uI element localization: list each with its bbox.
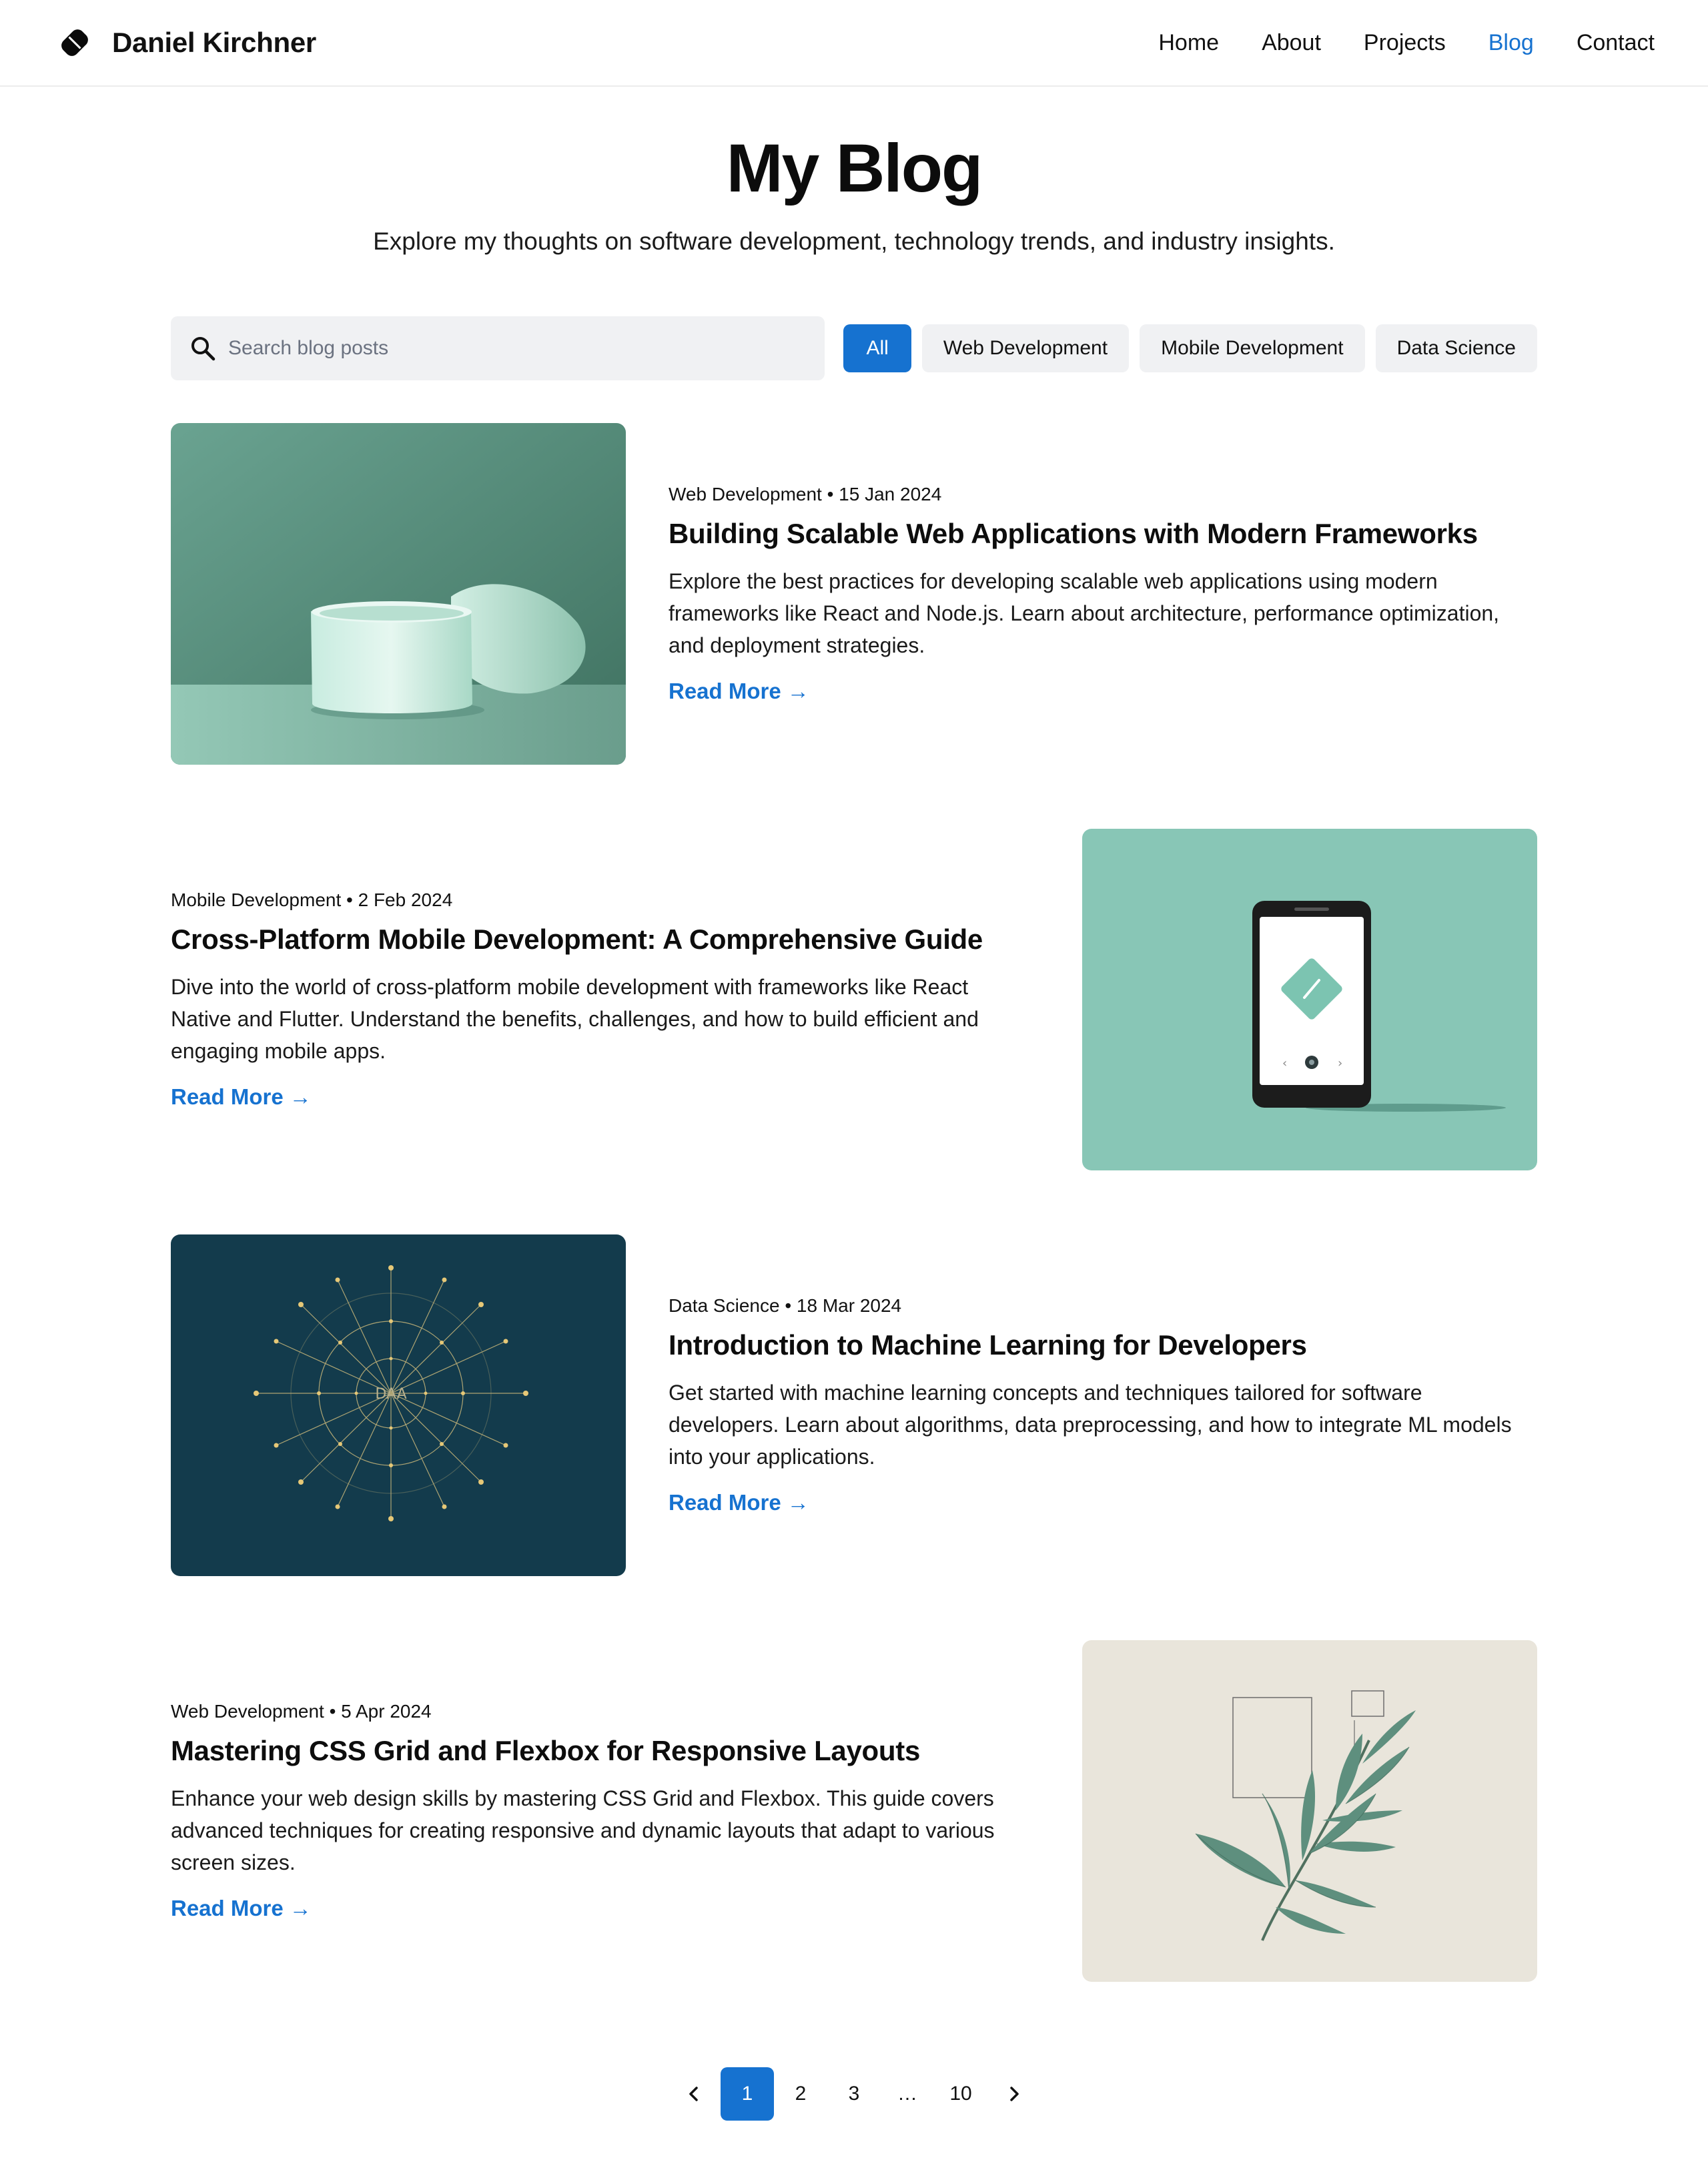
post-excerpt: Get started with machine learning concep… xyxy=(669,1381,1512,1469)
brand[interactable]: Daniel Kirchner xyxy=(55,20,316,65)
post-excerpt: Explore the best practices for developin… xyxy=(669,569,1500,658)
nav-projects[interactable]: Projects xyxy=(1364,30,1446,56)
pagination-prev[interactable] xyxy=(667,2067,721,2121)
nav-blog[interactable]: Blog xyxy=(1488,30,1534,56)
brand-name: Daniel Kirchner xyxy=(112,27,316,58)
post-thumbnail-smartphone[interactable]: ‹ › xyxy=(1082,829,1537,1170)
read-more-link[interactable]: Read More → xyxy=(171,1084,1038,1110)
post-thumbnail-network-graph[interactable]: DAA xyxy=(171,1234,626,1576)
graph-center-label: DAA xyxy=(375,1386,406,1403)
nav-home[interactable]: Home xyxy=(1158,30,1219,56)
svg-text:›: › xyxy=(1338,1056,1342,1070)
logo-icon xyxy=(61,29,88,56)
post-title[interactable]: Cross-Platform Mobile Development: A Com… xyxy=(171,923,1038,956)
chevron-left-icon xyxy=(689,2087,698,2101)
post-excerpt: Enhance your web design skills by master… xyxy=(171,1786,995,1875)
chevron-right-icon xyxy=(1010,2087,1019,2101)
blog-post-card: Web Development • 5 Apr 2024 Mastering C… xyxy=(171,1640,1537,1982)
post-meta: Web Development • 5 Apr 2024 xyxy=(171,1700,432,1722)
page-subtitle: Explore my thoughts on software developm… xyxy=(373,228,1335,255)
blog-post-card: Mobile Development • 2 Feb 2024 Cross-Pl… xyxy=(171,829,1537,1170)
post-thumbnail-ceramic-cups[interactable] xyxy=(171,423,626,765)
search-icon xyxy=(191,337,216,361)
pagination-page-1[interactable]: 1 xyxy=(721,2067,774,2121)
pagination-next[interactable] xyxy=(987,2067,1041,2121)
leaf-branch-illustration xyxy=(1082,1640,1537,1982)
filter-web-development[interactable]: Web Development xyxy=(921,324,1130,372)
post-meta: Mobile Development • 2 Feb 2024 xyxy=(171,889,453,910)
post-title[interactable]: Introduction to Machine Learning for Dev… xyxy=(669,1329,1536,1362)
post-content: Mobile Development • 2 Feb 2024 Cross-Pl… xyxy=(171,829,1038,1170)
post-content: Data Science • 18 Mar 2024 Introduction … xyxy=(669,1234,1536,1576)
post-title[interactable]: Building Scalable Web Applications with … xyxy=(669,517,1536,551)
read-more-link[interactable]: Read More → xyxy=(669,1490,1536,1515)
read-more-link[interactable]: Read More → xyxy=(171,1896,1038,1921)
svg-text:‹: ‹ xyxy=(1282,1056,1287,1070)
read-more-link[interactable]: Read More → xyxy=(669,679,1536,704)
pagination-page-2[interactable]: 2 xyxy=(774,2067,827,2121)
post-meta: Web Development • 15 Jan 2024 xyxy=(669,483,942,504)
blog-post-card: DAA Data Science • 18 Mar 2024 Introduct… xyxy=(171,1234,1537,1576)
pagination-page-3[interactable]: 3 xyxy=(827,2067,881,2121)
network-graph-illustration: DAA xyxy=(171,1234,626,1576)
post-thumbnail-leaf-branch[interactable] xyxy=(1082,1640,1537,1982)
filter-mobile-development[interactable]: Mobile Development xyxy=(1140,324,1365,372)
pagination: 1 2 3 … 10 xyxy=(0,2067,1708,2121)
pagination-ellipsis: … xyxy=(897,2083,917,2105)
post-content: Web Development • 15 Jan 2024 Building S… xyxy=(669,423,1536,765)
blog-post-card: Web Development • 15 Jan 2024 Building S… xyxy=(171,423,1537,765)
search-bar[interactable] xyxy=(171,316,825,380)
ceramic-cups-illustration xyxy=(171,423,626,765)
post-meta: Data Science • 18 Mar 2024 xyxy=(669,1295,902,1316)
page-title: My Blog xyxy=(726,130,983,206)
filter-data-science[interactable]: Data Science xyxy=(1375,324,1537,372)
nav-about[interactable]: About xyxy=(1262,30,1321,56)
post-excerpt: Dive into the world of cross-platform mo… xyxy=(171,975,979,1064)
search-input[interactable] xyxy=(228,337,802,360)
nav-contact[interactable]: Contact xyxy=(1577,30,1655,56)
main-nav: Home About Projects Blog Contact xyxy=(1116,20,1655,65)
smartphone-illustration: ‹ › xyxy=(1082,829,1537,1170)
post-title[interactable]: Mastering CSS Grid and Flexbox for Respo… xyxy=(171,1734,1038,1768)
pagination-page-10[interactable]: 10 xyxy=(934,2067,987,2121)
filter-all[interactable]: All xyxy=(843,324,911,372)
category-filters: All Web Development Mobile Development D… xyxy=(833,324,1537,372)
post-content: Web Development • 5 Apr 2024 Mastering C… xyxy=(171,1640,1038,1982)
site-header: Daniel Kirchner Home About Projects Blog… xyxy=(0,0,1708,87)
